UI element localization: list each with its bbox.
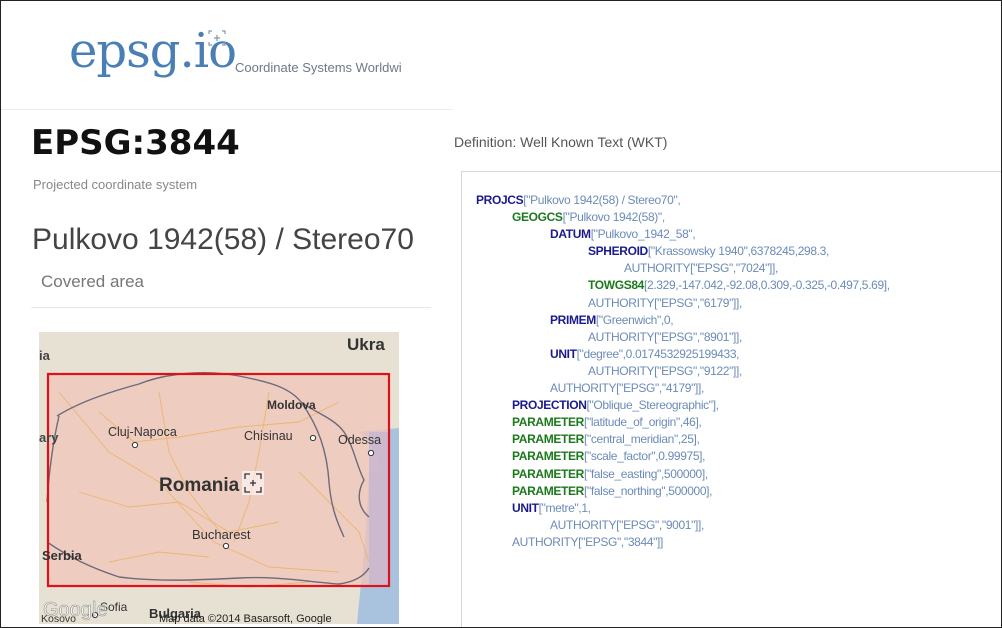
map-label-chisinau: Chisinau bbox=[244, 429, 293, 443]
wkt-value: AUTHORITY["EPSG","6179"]], bbox=[588, 295, 742, 310]
map-label-edge-top: ia bbox=[39, 348, 51, 363]
map-canvas: Ukra ia Moldova Cluj-Napoca Chisinau Ode… bbox=[39, 332, 399, 624]
wkt-line: PARAMETER["false_easting",500000], bbox=[476, 466, 890, 483]
wkt-value: AUTHORITY["EPSG","8901"]], bbox=[588, 329, 742, 344]
crs-kind: Projected coordinate system bbox=[33, 177, 198, 192]
wkt-keyword: UNIT bbox=[550, 346, 577, 361]
definition-title: Definition: Well Known Text (WKT) bbox=[454, 134, 668, 150]
wkt-keyword: PROJCS bbox=[476, 193, 524, 207]
map-label-romania: Romania bbox=[159, 475, 240, 496]
wkt-value: ["Pulkovo_1942_58", bbox=[590, 227, 696, 242]
wkt-line: AUTHORITY["EPSG","7024"]], bbox=[476, 260, 890, 277]
wkt-line: DATUM["Pulkovo_1942_58", bbox=[476, 226, 890, 243]
map-label-serbia: Serbia bbox=[42, 548, 83, 563]
wkt-value: ["Greenwich",0, bbox=[595, 312, 674, 327]
wkt-line: AUTHORITY["EPSG","6179"]], bbox=[476, 295, 890, 312]
google-logo: Google bbox=[43, 599, 108, 621]
wkt-keyword: PRIMEM bbox=[550, 312, 596, 327]
wkt-value: ["latitude_of_origin",46], bbox=[583, 415, 702, 430]
wkt-value: AUTHORITY["EPSG","9122"]], bbox=[588, 363, 742, 378]
wkt-value: AUTHORITY["EPSG","7024"]], bbox=[624, 261, 778, 276]
wkt-keyword: PARAMETER bbox=[512, 466, 584, 481]
divider bbox=[31, 307, 431, 308]
wkt-keyword: UNIT bbox=[512, 500, 539, 515]
crs-name: Pulkovo 1942(58) / Stereo70 bbox=[32, 223, 414, 256]
wkt-value: ["metre",1, bbox=[538, 500, 591, 515]
wkt-keyword: TOWGS84 bbox=[588, 278, 645, 293]
wkt-line: PARAMETER["latitude_of_origin",46], bbox=[476, 414, 890, 431]
wkt-keyword: DATUM bbox=[550, 227, 591, 242]
wkt-value: ["Oblique_Stereographic"], bbox=[586, 398, 720, 413]
map-label-ukraine: Ukra bbox=[347, 335, 385, 354]
wkt-value: AUTHORITY["EPSG","4179"]], bbox=[550, 381, 704, 396]
page-title: EPSG:3844 bbox=[31, 123, 240, 163]
wkt-line: PRIMEM["Greenwich",0, bbox=[476, 312, 890, 329]
map-label-edge-mid: ary bbox=[39, 430, 59, 445]
wkt-line: TOWGS84[2.329,-147.042,-92.08,0.309,-0.3… bbox=[476, 277, 890, 294]
wkt-keyword: PARAMETER bbox=[512, 483, 584, 498]
wkt-keyword: GEOGCS bbox=[512, 210, 563, 225]
wkt-line: PROJECTION["Oblique_Stereographic"], bbox=[476, 397, 890, 414]
wkt-line: PARAMETER["central_meridian",25], bbox=[476, 431, 890, 448]
wkt-line: UNIT["degree",0.0174532925199433, bbox=[476, 346, 890, 363]
coverage-map[interactable]: Ukra ia Moldova Cluj-Napoca Chisinau Ode… bbox=[39, 332, 399, 624]
wkt-keyword: PARAMETER bbox=[512, 432, 584, 447]
wkt-definition-box[interactable]: PROJCS["Pulkovo 1942(58) / Stereo70", GEO… bbox=[461, 171, 1001, 627]
wkt-keyword: PARAMETER bbox=[512, 449, 584, 464]
wkt-value: ["false_northing",500000], bbox=[583, 483, 713, 498]
crosshair-logo-icon bbox=[208, 30, 226, 46]
covered-area-label: Covered area bbox=[41, 272, 145, 291]
map-label-bucharest: Bucharest bbox=[192, 527, 251, 542]
wkt-line: SPHEROID["Krassowsky 1940",6378245,298.3… bbox=[476, 243, 890, 260]
map-label-odessa: Odessa bbox=[338, 433, 381, 447]
wkt-line: AUTHORITY["EPSG","8901"]], bbox=[476, 329, 890, 346]
wkt-line: PROJCS["Pulkovo 1942(58) / Stereo70", bbox=[476, 192, 890, 209]
wkt-value: ["central_meridian",25], bbox=[583, 432, 700, 447]
wkt-line: AUTHORITY["EPSG","3844"]] bbox=[476, 534, 890, 551]
wkt-value: ["Pulkovo 1942(58)", bbox=[562, 210, 666, 225]
map-attribution[interactable]: Map data ©2014 Basarsoft, Google bbox=[159, 613, 332, 624]
wkt-value: AUTHORITY["EPSG","9001"]], bbox=[550, 517, 704, 532]
wkt-value: ["Pulkovo 1942(58) / Stereo70", bbox=[523, 193, 681, 207]
map-label-cluj: Cluj-Napoca bbox=[108, 425, 177, 439]
wkt-value: ["scale_factor",0.99975], bbox=[583, 449, 706, 464]
page: epsg.io Coordinate Systems Worldwi EPSG:… bbox=[0, 0, 1002, 628]
wkt-line: GEOGCS["Pulkovo 1942(58)", bbox=[476, 209, 890, 226]
wkt-line: AUTHORITY["EPSG","4179"]], bbox=[476, 380, 890, 397]
wkt-line: UNIT["metre",1, bbox=[476, 500, 890, 517]
wkt-keyword: PARAMETER bbox=[512, 415, 584, 430]
wkt-value: AUTHORITY["EPSG","3844"]] bbox=[512, 534, 664, 549]
wkt-code: PROJCS["Pulkovo 1942(58) / Stereo70", GEO… bbox=[476, 192, 890, 551]
wkt-line: AUTHORITY["EPSG","9122"]], bbox=[476, 363, 890, 380]
wkt-keyword: SPHEROID bbox=[588, 244, 648, 259]
wkt-value: [2.329,-147.042,-92.08,0.309,-0.325,-0.4… bbox=[644, 278, 890, 293]
wkt-value: ["degree",0.0174532925199433, bbox=[576, 346, 740, 361]
wkt-keyword: PROJECTION bbox=[512, 398, 587, 413]
site-tagline: Coordinate Systems Worldwi bbox=[235, 60, 402, 75]
wkt-value: ["Krassowsky 1940",6378245,298.3, bbox=[647, 244, 829, 259]
wkt-line: PARAMETER["scale_factor",0.99975], bbox=[476, 448, 890, 465]
wkt-line: AUTHORITY["EPSG","9001"]], bbox=[476, 517, 890, 534]
site-header: epsg.io Coordinate Systems Worldwi bbox=[1, 1, 453, 110]
wkt-line: PARAMETER["false_northing",500000], bbox=[476, 483, 890, 500]
wkt-value: ["false_easting",500000], bbox=[583, 466, 708, 481]
map-label-moldova: Moldova bbox=[267, 398, 316, 412]
expand-map-icon[interactable] bbox=[242, 471, 264, 495]
